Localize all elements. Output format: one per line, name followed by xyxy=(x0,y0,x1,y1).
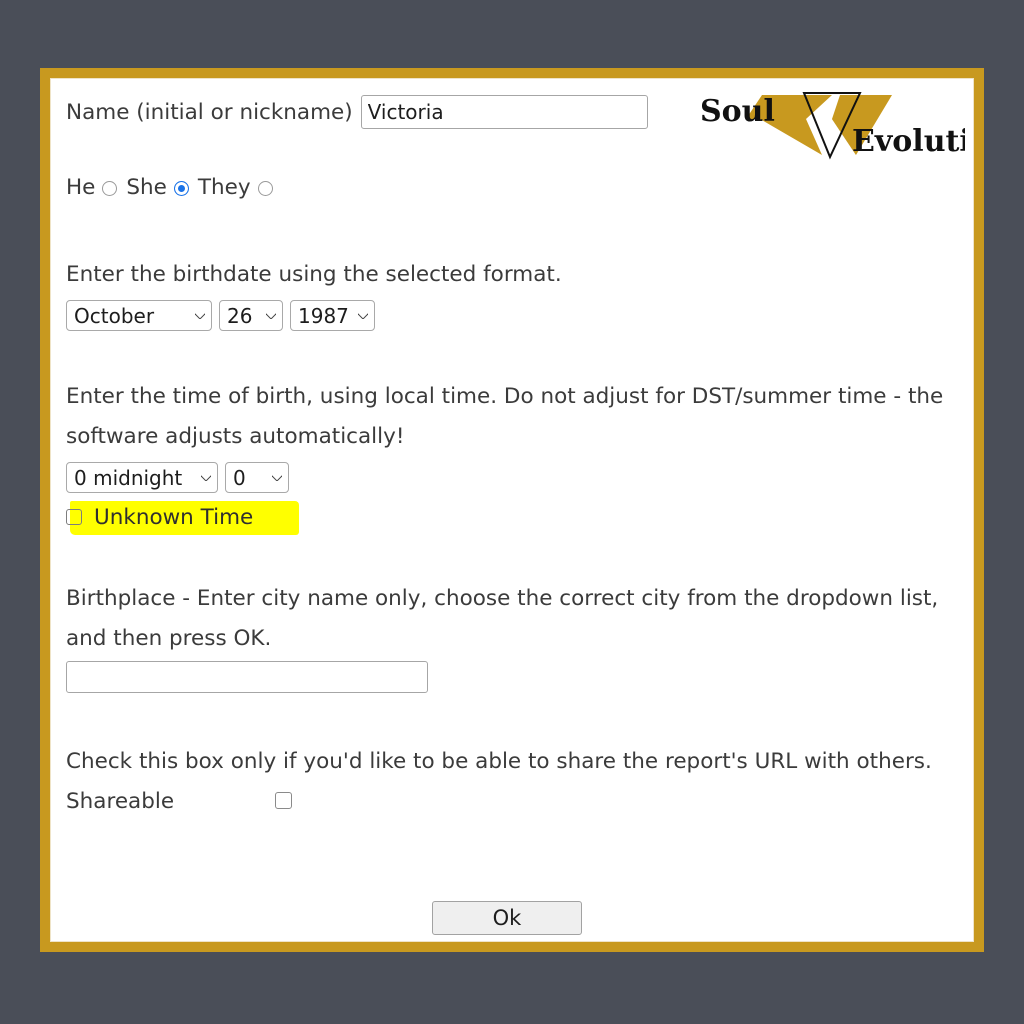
day-select-value: 26 xyxy=(227,303,253,328)
radio-she[interactable] xyxy=(173,181,189,196)
pronoun-label-they: They xyxy=(197,175,251,200)
chevron-down-icon xyxy=(358,313,368,319)
hour-select[interactable]: 0 midnight xyxy=(66,462,218,493)
birthplace-input[interactable] xyxy=(66,661,428,693)
name-row: Name (initial or nickname) xyxy=(66,95,648,129)
hour-select-value: 0 midnight xyxy=(74,465,183,490)
minute-select[interactable]: 0 xyxy=(225,462,289,493)
name-label: Name (initial or nickname) xyxy=(66,99,353,125)
birthtime-select-row: 0 midnight 0 xyxy=(66,462,289,493)
v-chevron-mark-icon: Soul Evolution xyxy=(700,92,973,160)
radio-they[interactable] xyxy=(257,181,273,196)
form-card: Soul Evolution Name (initial or nickname… xyxy=(50,78,974,942)
ok-button[interactable]: Ok xyxy=(432,901,582,935)
logo-word-left: Soul xyxy=(700,94,775,129)
minute-select-value: 0 xyxy=(233,465,246,490)
birthdate-instruction: Enter the birthdate using the selected f… xyxy=(66,262,562,287)
chevron-down-icon xyxy=(201,475,211,481)
unknown-time-label: Unknown Time xyxy=(94,504,254,530)
name-input[interactable] xyxy=(360,95,648,129)
year-select[interactable]: 1987 xyxy=(290,300,375,331)
shareable-checkbox[interactable] xyxy=(275,792,292,809)
form-frame: Soul Evolution Name (initial or nickname… xyxy=(40,68,984,952)
pronoun-row: He She They xyxy=(66,175,282,200)
shareable-instruction: Check this box only if you'd like to be … xyxy=(66,749,932,814)
birthdate-select-row: October 26 1987 xyxy=(66,300,375,331)
radio-he[interactable] xyxy=(102,181,118,196)
birthtime-instruction: Enter the time of birth, using local tim… xyxy=(66,384,944,449)
month-select-value: October xyxy=(74,303,155,328)
chevron-down-icon xyxy=(272,475,282,481)
unknown-time-checkbox[interactable] xyxy=(66,509,82,525)
unknown-time-row: Unknown Time xyxy=(66,500,299,535)
birthplace-instruction: Birthplace - Enter city name only, choos… xyxy=(66,586,939,651)
year-select-value: 1987 xyxy=(298,303,349,328)
brand-logo: Soul Evolution xyxy=(700,89,973,161)
chevron-down-icon xyxy=(266,313,276,319)
chevron-down-icon xyxy=(195,313,205,319)
month-select[interactable]: October xyxy=(66,300,212,331)
pronoun-label-she: She xyxy=(126,175,167,200)
pronoun-label-he: He xyxy=(66,175,96,200)
day-select[interactable]: 26 xyxy=(219,300,283,331)
logo-word-right: Evolution xyxy=(852,124,965,159)
